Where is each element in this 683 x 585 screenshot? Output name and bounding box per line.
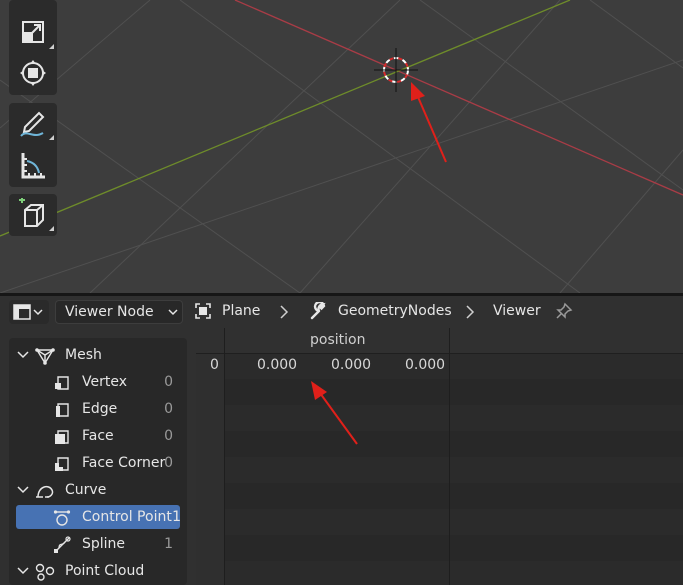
viewer-node-dropdown[interactable]: Viewer Node (55, 300, 183, 324)
object-icon (195, 303, 211, 319)
face-icon (55, 430, 69, 444)
y-axis-line (0, 0, 571, 237)
chevron-down-icon[interactable] (17, 351, 29, 359)
tree-item-vertex[interactable]: Vertex 0 (9, 369, 187, 396)
column-header-position[interactable]: position (310, 332, 365, 348)
transform-tool[interactable] (9, 53, 57, 93)
column-divider (449, 328, 450, 585)
curve-icon (36, 485, 54, 498)
tree-item-point-cloud[interactable]: Point Cloud (9, 558, 187, 585)
breadcrumb-modifier[interactable]: GeometryNodes (338, 303, 452, 319)
column-divider (224, 328, 225, 585)
table-row-band (196, 379, 683, 405)
tree-item-label: Face Corner (82, 455, 166, 471)
tree-item-label: Face (82, 428, 114, 444)
breadcrumb-viewer-node[interactable]: Viewer (493, 303, 541, 319)
breadcrumb-object[interactable]: Plane (222, 303, 260, 319)
chevron-down-icon[interactable] (17, 567, 29, 575)
3d-viewport[interactable] (0, 0, 683, 293)
tree-item-label: Curve (65, 482, 107, 498)
spreadsheet-icon (13, 304, 43, 320)
table-row-band (196, 457, 683, 483)
dataset-tree: Mesh Vertex 0 Edge 0 Face 0 Face Corner … (9, 338, 187, 585)
spreadsheet-grid[interactable]: position 0 0.000 0.000 0.000 (196, 328, 683, 585)
column-header-row: position (196, 328, 683, 354)
position-x-cell: 0.000 (257, 357, 298, 373)
table-row-band (196, 561, 683, 585)
table-row-band (196, 509, 683, 535)
pin-icon[interactable] (555, 302, 573, 320)
x-axis-line (234, 0, 683, 196)
tree-item-label: Control Point (82, 509, 172, 525)
element-count: 0 (164, 401, 173, 417)
element-count: 1 (164, 536, 173, 552)
viewport-grid (0, 0, 683, 293)
measure-icon (21, 153, 45, 179)
dropdown-value: Viewer Node (65, 304, 154, 320)
element-count: 0 (164, 428, 173, 444)
tree-item-label: Mesh (65, 347, 102, 363)
scale-icon (22, 21, 44, 43)
control-point-icon (53, 510, 71, 526)
face-corner-icon (55, 457, 69, 471)
breadcrumb-separator-icon (280, 305, 289, 319)
table-row-band (196, 405, 683, 431)
tree-item-mesh[interactable]: Mesh (9, 342, 187, 369)
editor-type-selector[interactable] (9, 300, 49, 324)
annotate-tool[interactable] (9, 103, 57, 143)
tree-item-label: Edge (82, 401, 118, 417)
tree-item-edge[interactable]: Edge 0 (9, 396, 187, 423)
add-cube-icon (19, 198, 44, 227)
3d-cursor (374, 48, 418, 92)
tree-item-label: Vertex (82, 374, 128, 390)
table-row-band (196, 535, 683, 561)
annotate-icon (20, 111, 45, 137)
wrench-icon (310, 302, 326, 320)
tree-item-label: Point Cloud (65, 563, 145, 579)
vertex-icon (55, 376, 69, 390)
element-count: 0 (164, 455, 173, 471)
spreadsheet-header: Viewer Node Plane GeometryNodes Viewer (0, 296, 683, 328)
tree-item-curve[interactable]: Curve (9, 477, 187, 504)
transform-icon (20, 60, 46, 86)
transform-tool-group (9, 0, 57, 95)
table-row-band (196, 431, 683, 457)
spline-icon (54, 536, 71, 553)
annotate-tool-group (9, 103, 57, 187)
edge-icon (56, 403, 69, 417)
row-index: 0 (210, 357, 219, 373)
tree-item-spline[interactable]: Spline 1 (9, 531, 187, 558)
tree-item-control-point[interactable]: Control Point 1 (9, 504, 187, 531)
position-z-cell: 0.000 (405, 357, 446, 373)
element-count: 1 (172, 509, 181, 525)
add-tool-group (9, 194, 57, 236)
mesh-icon (35, 348, 55, 365)
measure-tool[interactable] (9, 145, 57, 185)
scale-tool[interactable] (9, 12, 57, 52)
position-y-cell: 0.000 (331, 357, 372, 373)
breadcrumb-separator-icon (466, 305, 475, 319)
table-row-band (196, 483, 683, 509)
tree-item-face[interactable]: Face 0 (9, 423, 187, 450)
tree-item-face-corner[interactable]: Face Corner 0 (9, 450, 187, 477)
tree-item-label: Spline (82, 536, 126, 552)
chevron-down-icon[interactable] (17, 486, 29, 494)
point-cloud-icon (35, 563, 55, 581)
chevron-down-icon (168, 309, 178, 316)
add-cube-tool[interactable] (9, 194, 57, 234)
element-count: 0 (164, 374, 173, 390)
